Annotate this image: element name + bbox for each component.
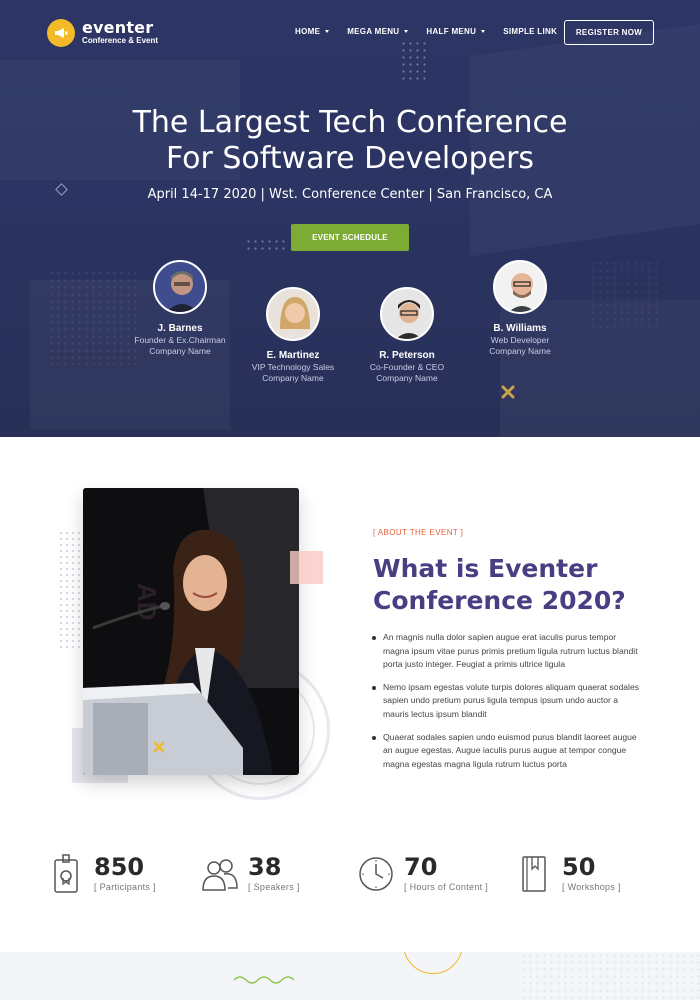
- stat-value: 38: [248, 853, 282, 881]
- speaker-photo: AD: [83, 488, 299, 775]
- chevron-down-icon: [404, 30, 409, 33]
- cross-shape: [501, 385, 515, 399]
- svg-text:AD: AD: [132, 583, 162, 621]
- list-item: Nemo ipsam egestas volute turpis dolores…: [372, 681, 644, 722]
- badge-icon: [46, 853, 86, 895]
- logo-name: eventer: [82, 18, 154, 37]
- stat-label: [ Workshops ]: [562, 882, 621, 892]
- speaker-role: Co-Founder & CEO: [369, 362, 445, 372]
- speaker-company: Company Name: [376, 373, 438, 383]
- speaker-company: Company Name: [489, 346, 551, 356]
- stat-speakers: 38 [ Speakers ]: [200, 853, 300, 895]
- section-title-line: Conference 2020?: [373, 586, 626, 615]
- section-title: What is Eventer Conference 2020?: [373, 553, 673, 617]
- book-icon: [514, 853, 554, 895]
- nav-item-home[interactable]: HOME: [295, 27, 330, 36]
- next-section-preview: [0, 952, 700, 1000]
- hero-dots: [400, 40, 428, 82]
- hero-dots: [245, 238, 287, 252]
- clock-icon: [356, 853, 396, 895]
- chevron-down-icon: [481, 30, 486, 33]
- people-icon: [200, 853, 240, 895]
- nav-label: MEGA MENU: [347, 27, 400, 36]
- speaker-card[interactable]: B. Williams Web Developer Company Name: [450, 260, 590, 357]
- speaker-role: Web Developer: [490, 335, 550, 345]
- hero-title-line: For Software Developers: [165, 141, 535, 176]
- cross-shape: [153, 741, 165, 753]
- avatar: [493, 260, 547, 314]
- nav-label: SIMPLE LINK: [503, 27, 558, 36]
- speaker-name: B. Williams: [493, 323, 547, 334]
- hero-title: The Largest Tech Conference For Software…: [0, 105, 700, 177]
- decor-dots: [58, 530, 82, 648]
- nav-item-simple-link[interactable]: SIMPLE LINK: [503, 27, 557, 36]
- stat-value: 70: [404, 853, 438, 881]
- decor-dots: [520, 952, 700, 1000]
- stat-label: [ Participants ]: [94, 882, 156, 892]
- stat-hours: 70 [ Hours of Content ]: [356, 853, 488, 895]
- stat-label: [ Speakers ]: [248, 882, 300, 892]
- event-schedule-button[interactable]: EVENT SCHEDULE: [291, 224, 409, 251]
- nav-label: HALF MENU: [426, 27, 477, 36]
- avatar: [266, 287, 320, 341]
- about-points: An magnis nulla dolor sapien augue erat …: [372, 631, 644, 780]
- avatar: [380, 287, 434, 341]
- logo-tagline: Conference & Event: [82, 36, 159, 45]
- megaphone-icon: [47, 19, 75, 47]
- nav-item-half-menu[interactable]: HALF MENU: [426, 27, 486, 36]
- stat-label: [ Hours of Content ]: [404, 882, 489, 892]
- list-item: An magnis nulla dolor sapien augue erat …: [372, 631, 644, 672]
- stat-value: 850: [94, 853, 145, 881]
- section-kicker: [ ABOUT THE EVENT ]: [373, 528, 464, 537]
- stat-value: 50: [562, 853, 596, 881]
- hero-title-line: The Largest Tech Conference: [132, 105, 568, 140]
- section-title-line: What is Eventer: [373, 554, 598, 583]
- hero-dots: [590, 260, 660, 330]
- stat-participants: 850 [ Participants ]: [46, 853, 156, 895]
- logo[interactable]: eventer Conference & Event: [47, 19, 158, 47]
- hero-section: eventer Conference & Event HOME MEGA MEN…: [0, 0, 700, 437]
- stat-workshops: 50 [ Workshops ]: [514, 853, 621, 895]
- nav-item-mega-menu[interactable]: MEGA MENU: [347, 27, 409, 36]
- list-item: Quaerat sodales sapien undo euismod puru…: [372, 731, 644, 772]
- register-now-button[interactable]: REGISTER NOW: [564, 20, 654, 45]
- avatar: [153, 260, 207, 314]
- chevron-down-icon: [325, 30, 330, 33]
- nav-label: HOME: [295, 27, 321, 36]
- decor-circle: [403, 952, 463, 974]
- main-nav: HOME MEGA MENU HALF MENU SIMPLE LINK: [295, 27, 575, 36]
- wave-shape: [233, 976, 295, 984]
- decor-square: [290, 551, 323, 584]
- hero-subtitle: April 14-17 2020 | Wst. Conference Cente…: [147, 187, 553, 202]
